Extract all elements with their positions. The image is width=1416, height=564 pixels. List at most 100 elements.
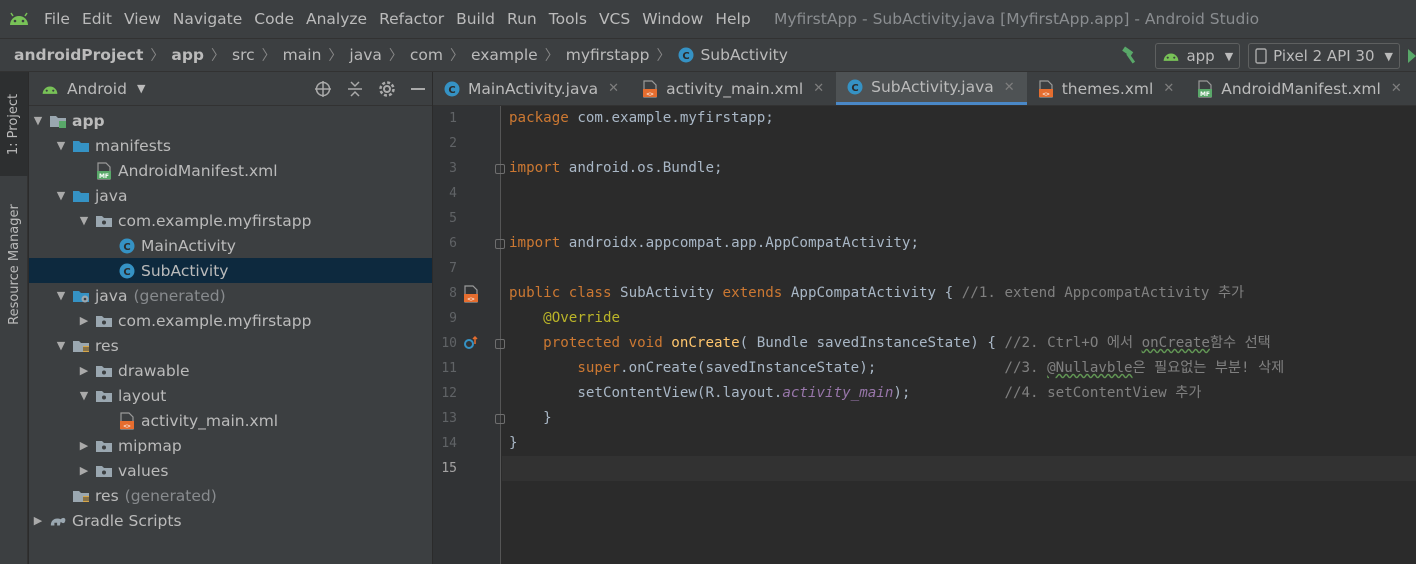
expanded-arrow-icon[interactable]: ▼ xyxy=(77,214,91,227)
breadcrumb-item[interactable]: example xyxy=(471,46,538,64)
close-icon[interactable]: ✕ xyxy=(1163,81,1174,96)
device-selector[interactable]: Pixel 2 API 30 ▼ xyxy=(1248,43,1400,69)
close-icon[interactable]: ✕ xyxy=(608,81,619,96)
editor-tab[interactable]: C MainActivity.java ✕ xyxy=(433,72,631,105)
breadcrumb: androidProject 〉 app 〉 src 〉 main 〉 java 〉 com 〉 exa… xyxy=(14,45,788,65)
code-line[interactable]: import androidx.appcompat.app.AppCompatA… xyxy=(509,231,919,256)
resource-manager-tool-tab[interactable]: Resource Manager xyxy=(0,194,28,334)
xml-file-icon: <> xyxy=(641,79,659,98)
tree-item[interactable]: ▼ manifests xyxy=(29,133,432,158)
class-icon: C xyxy=(846,78,864,96)
code-token: protected void xyxy=(509,335,672,351)
breadcrumb-item[interactable]: src xyxy=(232,46,255,64)
code-line[interactable]: import android.os.Bundle; xyxy=(509,156,723,181)
project-view-selector[interactable]: Android xyxy=(67,80,127,98)
close-icon[interactable]: ✕ xyxy=(1391,81,1402,96)
breadcrumb-item[interactable]: java xyxy=(349,46,381,64)
close-icon[interactable]: ✕ xyxy=(813,81,824,96)
tree-item[interactable]: ▼ res xyxy=(29,333,432,358)
tree-item[interactable]: ▼ layout xyxy=(29,383,432,408)
collapsed-arrow-icon[interactable]: ▶ xyxy=(31,514,45,527)
code-token: super xyxy=(509,360,621,376)
tree-item[interactable]: ▶ mipmap xyxy=(29,433,432,458)
tree-item[interactable]: ▼ java xyxy=(29,183,432,208)
project-tool-tab[interactable]: 1: Project xyxy=(0,72,28,176)
expanded-arrow-icon[interactable]: ▼ xyxy=(31,114,45,127)
code-line[interactable]: @Override xyxy=(509,306,620,331)
code-line[interactable]: super.onCreate(savedInstanceState); //3.… xyxy=(509,356,1284,381)
breadcrumb-item[interactable]: com xyxy=(410,46,443,64)
editor-tab[interactable]: <> themes.xml ✕ xyxy=(1027,72,1187,105)
tree-item[interactable]: ▼ app xyxy=(29,108,432,133)
breadcrumb-item[interactable]: main xyxy=(283,46,322,64)
line-number: 2 xyxy=(449,136,457,151)
tree-item[interactable]: ▼ java (generated) xyxy=(29,283,432,308)
tree-item[interactable]: ▶ drawable xyxy=(29,358,432,383)
menu-build[interactable]: Build xyxy=(450,0,501,38)
code-line[interactable]: setContentView(R.layout.activity_main); … xyxy=(509,381,1201,406)
run-configuration-selector[interactable]: app ▼ xyxy=(1155,43,1241,69)
breadcrumb-item[interactable]: app xyxy=(171,46,204,64)
chevron-down-icon[interactable]: ▼ xyxy=(137,82,145,95)
menu-window[interactable]: Window xyxy=(636,0,709,38)
collapsed-arrow-icon[interactable]: ▶ xyxy=(77,439,91,452)
menu-bar: File Edit View Navigate Code Analyze Refactor B… xyxy=(0,0,1416,38)
collapsed-arrow-icon[interactable]: ▶ xyxy=(77,464,91,477)
menu-tools[interactable]: Tools xyxy=(543,0,593,38)
code-line[interactable]: protected void onCreate( Bundle savedIns… xyxy=(509,331,1271,356)
tree-item[interactable]: ▶ values xyxy=(29,458,432,483)
menu-analyze[interactable]: Analyze xyxy=(300,0,373,38)
tree-item[interactable]: C MainActivity xyxy=(29,233,432,258)
app-module-icon xyxy=(49,112,67,130)
editor-tab[interactable]: <> activity_main.xml ✕ xyxy=(631,72,836,105)
tree-item[interactable]: ▶ com.example.myfirstapp xyxy=(29,308,432,333)
breadcrumb-label: src xyxy=(232,46,255,64)
breadcrumb-item[interactable]: androidProject xyxy=(14,46,143,64)
menu-run[interactable]: Run xyxy=(501,0,543,38)
code-line[interactable]: package com.example.myfirstapp; xyxy=(509,106,774,131)
close-icon[interactable]: ✕ xyxy=(1004,80,1015,95)
tree-item[interactable]: C SubActivity xyxy=(29,258,432,283)
collapse-all-icon[interactable] xyxy=(346,80,364,98)
android-icon xyxy=(42,86,58,94)
menu-navigate[interactable]: Navigate xyxy=(167,0,249,38)
run-button[interactable] xyxy=(1408,43,1416,69)
code-line[interactable]: } xyxy=(509,406,552,431)
expanded-arrow-icon[interactable]: ▼ xyxy=(54,339,68,352)
menu-code[interactable]: Code xyxy=(248,0,300,38)
gear-icon[interactable] xyxy=(378,80,396,98)
menu-view[interactable]: View xyxy=(118,0,167,38)
tree-item[interactable]: <> activity_main.xml xyxy=(29,408,432,433)
menu-vcs[interactable]: VCS xyxy=(593,0,636,38)
tree-item[interactable]: ▶ Gradle Scripts xyxy=(29,508,432,533)
left-tool-stripe: 1: Project Resource Manager xyxy=(0,72,28,564)
tree-item-label: java xyxy=(95,186,128,205)
editor-tab[interactable]: MF AndroidManifest.xml ✕ xyxy=(1186,72,1414,105)
menu-file[interactable]: File xyxy=(38,0,76,38)
expanded-arrow-icon[interactable]: ▼ xyxy=(54,139,68,152)
line-number: 11 xyxy=(441,361,457,376)
expanded-arrow-icon[interactable]: ▼ xyxy=(54,189,68,202)
menu-refactor[interactable]: Refactor xyxy=(373,0,450,38)
editor-tab[interactable]: C SubActivity.java ✕ xyxy=(836,72,1027,105)
expanded-arrow-icon[interactable]: ▼ xyxy=(77,389,91,402)
override-marker-icon[interactable] xyxy=(463,335,479,355)
breadcrumb-item[interactable]: C SubActivity xyxy=(677,46,788,64)
locate-file-icon[interactable] xyxy=(314,80,332,98)
collapsed-arrow-icon[interactable]: ▶ xyxy=(77,364,91,377)
code-line[interactable]: public class SubActivity extends AppComp… xyxy=(509,281,1244,306)
hide-panel-icon[interactable] xyxy=(410,80,426,98)
collapsed-arrow-icon[interactable]: ▶ xyxy=(77,314,91,327)
tree-item[interactable]: MF AndroidManifest.xml xyxy=(29,158,432,183)
breadcrumb-item[interactable]: myfirstapp xyxy=(566,46,650,64)
make-project-button[interactable] xyxy=(1117,43,1143,69)
code-line[interactable]: } xyxy=(509,431,518,456)
tree-item[interactable]: res (generated) xyxy=(29,483,432,508)
tree-item[interactable]: ▼ com.example.myfirstapp xyxy=(29,208,432,233)
layout-marker-icon[interactable]: <> xyxy=(463,285,479,307)
tree-item-label: manifests xyxy=(95,136,171,155)
code-editor[interactable]: package com.example.myfirstapp; import an… xyxy=(502,106,1416,564)
menu-help[interactable]: Help xyxy=(709,0,756,38)
expanded-arrow-icon[interactable]: ▼ xyxy=(54,289,68,302)
menu-edit[interactable]: Edit xyxy=(76,0,118,38)
